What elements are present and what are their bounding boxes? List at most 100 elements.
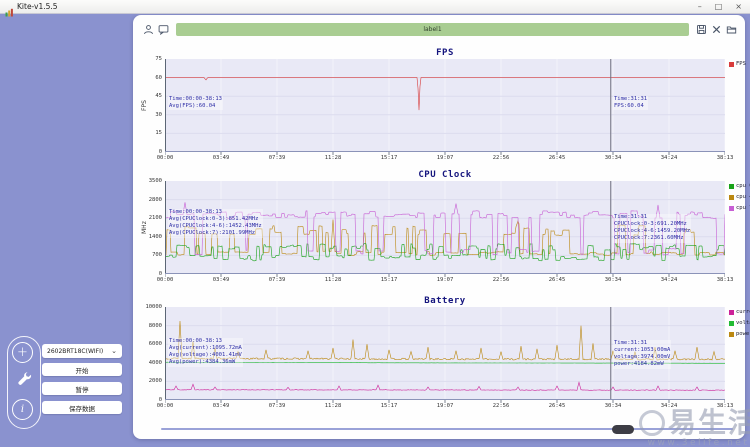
x-tick-label: 00:00 — [156, 155, 174, 161]
close-button[interactable]: × — [735, 0, 742, 13]
y-tick-label: 2800 — [148, 196, 162, 203]
label-bar[interactable]: label1 — [176, 22, 689, 36]
y-tick-label: 45 — [155, 93, 162, 100]
legend-swatch-icon — [729, 61, 734, 67]
user-icon[interactable] — [143, 24, 154, 35]
clear-icon[interactable] — [711, 24, 722, 35]
y-tick-label: 10000 — [145, 304, 162, 310]
x-tick-label: 07:39 — [268, 277, 286, 283]
y-tick-label: 15 — [155, 130, 162, 137]
device-select-value: 2602BRT18C(WIFI) — [47, 347, 104, 355]
x-tick-label: 34:24 — [660, 155, 678, 161]
legend-item: current — [729, 309, 750, 315]
x-tick-label: 30:34 — [604, 155, 622, 161]
chart-legend: cpu 0-3 cpu 4-6 cpu 7 — [729, 183, 750, 216]
annotation: Time:00:00-38:13 Avg(FPS):60.04 — [168, 96, 223, 111]
legend-item: power — [729, 331, 750, 337]
plot-container: Time:00:00-38:13 Avg(current):1095.72mA Av… — [165, 307, 725, 403]
x-tick-label: 22:56 — [492, 155, 510, 161]
sidebar-rail: + i — [7, 336, 41, 429]
plot-container: Time:00:00-38:13 Avg(FPS):60.04 Time:31:31… — [165, 59, 725, 155]
x-tick-label: 19:07 — [436, 155, 454, 161]
x-tick-label: 03:49 — [212, 277, 230, 283]
minimize-button[interactable]: – — [698, 0, 702, 13]
x-tick-label: 34:24 — [660, 277, 678, 283]
y-tick-label: 2000 — [148, 378, 162, 385]
horizontal-scrollbar[interactable] — [161, 425, 733, 434]
start-button[interactable]: 开始 — [42, 363, 122, 376]
y-tick-label: 30 — [155, 111, 162, 118]
wrench-icon[interactable] — [15, 370, 32, 387]
save-data-button[interactable]: 保存数据 — [42, 401, 122, 414]
info-icon[interactable]: i — [12, 399, 33, 420]
legend-swatch-icon — [729, 331, 734, 337]
plot-container: Time:00:00-38:13 Avg(CPUClock:0-3):851.42… — [165, 181, 725, 277]
chart-title: Battery — [424, 296, 466, 306]
window-controls: – □ × — [698, 0, 745, 13]
x-tick-label: 00:00 — [156, 403, 174, 409]
legend-swatch-icon — [729, 309, 734, 315]
chart-legend: FPS — [729, 61, 746, 72]
x-tick-label: 03:49 — [212, 403, 230, 409]
x-tick-label: 30:34 — [604, 403, 622, 409]
maximize-button[interactable]: □ — [715, 0, 723, 13]
annotation: Time:31:31 FPS:60.04 — [613, 96, 649, 111]
x-tick-label: 26:45 — [548, 155, 566, 161]
x-tick-label: 30:34 — [604, 277, 622, 283]
chevron-down-icon: ⌄ — [111, 347, 117, 355]
x-tick-label: 22:56 — [492, 277, 510, 283]
x-tick-label: 19:07 — [436, 403, 454, 409]
x-tick-label: 38:13 — [716, 277, 734, 283]
y-tick-label: 1400 — [148, 233, 162, 240]
x-tick-label: 34:24 — [660, 403, 678, 409]
y-tick-label: 8000 — [148, 322, 162, 329]
x-tick-label: 15:17 — [380, 155, 398, 161]
legend-swatch-icon — [729, 320, 734, 326]
x-tick-label: 38:13 — [716, 155, 734, 161]
main-panel: label1 FPS FPS 0 15 30 45 60 75 Time:00:00-38:13… — [133, 15, 750, 439]
scrollbar-track[interactable] — [161, 428, 733, 430]
window-titlebar: Kite-v1.5.5 – □ × — [0, 0, 750, 17]
chart-title: CPU Clock — [418, 170, 472, 180]
y-tick-label: 700 — [152, 252, 162, 259]
x-tick-label: 19:07 — [436, 277, 454, 283]
window-title: Kite-v1.5.5 — [17, 2, 58, 11]
y-tick-label: 3500 — [148, 178, 162, 184]
device-select[interactable]: 2602BRT18C(WIFI) ⌄ — [42, 344, 122, 358]
folder-icon[interactable] — [726, 24, 737, 35]
x-tick-label: 07:39 — [268, 403, 286, 409]
y-axis-label: FPS — [141, 100, 148, 111]
x-tick-label: 15:17 — [380, 277, 398, 283]
legend-item: cpu 4-6 — [729, 194, 750, 200]
x-tick-label: 15:17 — [380, 403, 398, 409]
legend-swatch-icon — [729, 183, 734, 189]
x-tick-label: 00:00 — [156, 277, 174, 283]
pause-button[interactable]: 暂停 — [42, 382, 122, 395]
cpu-clock-chart: CPU Clock MHz 0 700 1400 2100 2800 3500 Time:00:… — [141, 170, 750, 296]
x-tick-label: 26:45 — [548, 277, 566, 283]
annotation: Time:31:31 CPUClock:0-3:691.20MHz CPUClock… — [613, 214, 692, 243]
save-icon[interactable] — [696, 24, 707, 35]
toolbar: label1 — [143, 21, 737, 37]
scrollbar-thumb[interactable] — [612, 425, 634, 434]
legend-swatch-icon — [729, 194, 734, 200]
legend-item: voltage — [729, 320, 750, 326]
legend-item: cpu 7 — [729, 205, 750, 211]
chart-legend: current voltage power — [729, 309, 750, 342]
app-chart-icon — [5, 2, 14, 17]
y-axis-label: MHz — [141, 221, 148, 234]
x-tick-label: 11:28 — [324, 155, 342, 161]
y-tick-label: 2100 — [148, 215, 162, 222]
y-tick-label: 4000 — [148, 359, 162, 366]
chat-icon[interactable] — [158, 24, 169, 35]
watermark-url: www.3elife.net — [647, 438, 750, 447]
x-tick-label: 38:13 — [716, 403, 734, 409]
chart-title: FPS — [436, 48, 454, 58]
battery-chart: Battery 0 2000 4000 6000 8000 10000 Time:00:00-… — [143, 296, 750, 422]
x-tick-label: 03:49 — [212, 155, 230, 161]
x-tick-label: 07:39 — [268, 155, 286, 161]
y-tick-label: 75 — [155, 56, 162, 62]
control-panel: 2602BRT18C(WIFI) ⌄ 开始 暂停 保存数据 — [42, 344, 122, 420]
x-tick-label: 11:28 — [324, 277, 342, 283]
add-icon[interactable]: + — [12, 342, 33, 363]
